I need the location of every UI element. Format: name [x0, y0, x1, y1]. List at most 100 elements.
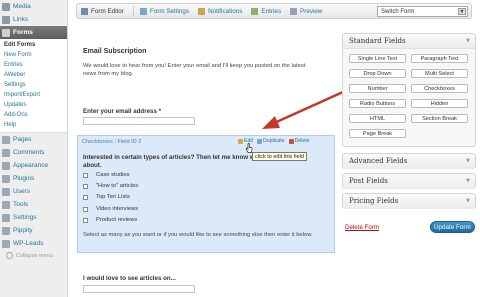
field-header: Checkboxes : Field ID 2	[82, 139, 142, 145]
switch-form-select[interactable]: Switch Form ▼	[377, 6, 468, 17]
advanced-fields-header[interactable]: Advanced Fields ▼	[343, 154, 475, 169]
submenu-aweber[interactable]: AWeber	[0, 70, 67, 80]
menu-item-forms[interactable]: Forms	[0, 26, 67, 39]
pricing-fields-panel[interactable]: Pricing Fields ▼	[342, 193, 476, 209]
switch-form-label: Switch Form	[381, 9, 415, 15]
add-hidden-button[interactable]: Hidden	[411, 99, 468, 108]
checkbox-option[interactable]: Product reviews	[83, 217, 137, 223]
add-html-button[interactable]: HTML	[349, 114, 406, 123]
toolbar-form-settings[interactable]: Form Settings	[139, 7, 189, 15]
add-number-button[interactable]: Number	[349, 84, 406, 93]
submenu-help[interactable]: Help	[0, 120, 67, 130]
articles-field-label: I would love to see articles on...	[83, 275, 176, 282]
menu-item-links[interactable]: Links	[0, 13, 67, 26]
checkbox-option[interactable]: Case studies	[83, 172, 130, 178]
add-multi-select-button[interactable]: Multi Select	[411, 69, 468, 78]
panel-title: Pricing Fields	[349, 197, 399, 205]
submenu-entries[interactable]: Entries	[0, 60, 67, 70]
submenu-new-form[interactable]: New Form	[0, 50, 67, 60]
add-drop-down-button[interactable]: Drop Down	[349, 69, 406, 78]
menu-item-wp-leads[interactable]: WP-Leads	[0, 237, 67, 250]
email-field-label: Enter your email address *	[83, 108, 162, 115]
checkbox-option[interactable]: Video interviews	[83, 206, 138, 212]
add-single-line-text-button[interactable]: Single Line Text	[349, 54, 406, 63]
pippity-icon	[2, 226, 10, 235]
menu-item-pages[interactable]: Pages	[0, 133, 67, 146]
menu-label: Settings	[13, 214, 37, 221]
submenu-updates[interactable]: Updates	[0, 100, 67, 110]
menu-item-comments[interactable]: Comments	[0, 146, 67, 159]
toolbar-divider	[132, 6, 134, 16]
menu-item-users[interactable]: Users	[0, 185, 67, 198]
add-section-break-button[interactable]: Section Break	[411, 114, 468, 123]
chevron-down-icon: ▼	[466, 178, 470, 184]
menu-item-plugins[interactable]: Plugins	[0, 172, 67, 185]
option-label: Case studies	[96, 172, 130, 178]
delete-field-link[interactable]: Delete	[288, 138, 310, 144]
forms-icon	[2, 28, 10, 37]
menu-item-appearance[interactable]: Appearance	[0, 159, 67, 172]
menu-label: Comments	[13, 149, 45, 156]
advanced-fields-panel[interactable]: Advanced Fields ▼	[342, 153, 476, 169]
add-checkboxes-button[interactable]: Checkboxes	[411, 84, 468, 93]
menu-label: Pippity	[13, 227, 33, 234]
menu-item-settings[interactable]: Settings	[0, 211, 67, 224]
add-paragraph-text-button[interactable]: Paragraph Text	[411, 54, 468, 63]
forms-submenu: Edit Forms New Form Entries AWeber Setti…	[0, 39, 67, 133]
submenu-import-export[interactable]: Import/Export	[0, 90, 67, 100]
standard-fields-panel: Standard Fields ▼ Single Line Text Parag…	[342, 33, 476, 147]
toolbar-entries[interactable]: Entries	[251, 7, 282, 15]
duplicate-field-link[interactable]: Duplicate	[256, 138, 285, 144]
post-fields-header[interactable]: Post Fields ▼	[343, 174, 475, 189]
menu-label: Tools	[13, 201, 29, 208]
toolbar-label: Notifications	[208, 7, 243, 15]
form-toolbar: Form Editor Form Settings Notifications …	[76, 3, 472, 19]
appearance-icon	[2, 161, 10, 170]
entries-icon	[251, 7, 259, 15]
toolbar-notifications[interactable]: Notifications	[198, 7, 243, 15]
menu-label: Plugins	[13, 175, 35, 182]
submenu-add-ons[interactable]: Add-Ons	[0, 110, 67, 120]
menu-item-media[interactable]: Media	[0, 0, 67, 13]
update-form-button[interactable]: Update Form	[430, 221, 475, 233]
form-title: Email Subscription	[83, 48, 147, 55]
admin-sidebar: Media Links Forms Edit Forms New Form En…	[0, 0, 68, 297]
chevron-down-icon: ▼	[466, 38, 470, 44]
collapse-menu[interactable]: Collapse menu	[0, 252, 67, 259]
delete-icon	[288, 138, 294, 144]
toolbar-form-editor[interactable]: Form Editor	[81, 7, 124, 15]
checkbox-option[interactable]: Top Ten Lists	[83, 194, 130, 200]
pages-icon	[2, 135, 10, 144]
checkbox-icon	[83, 183, 88, 189]
checkbox-icon	[83, 194, 88, 200]
toolbar-label: Entries	[261, 7, 282, 15]
notifications-icon	[198, 7, 206, 15]
option-label: Video interviews	[96, 206, 139, 212]
add-page-break-button[interactable]: Page Break	[349, 129, 406, 138]
option-label: Product reviews	[96, 217, 138, 223]
checkbox-icon	[83, 172, 88, 178]
submenu-edit-forms[interactable]: Edit Forms	[0, 40, 67, 50]
chevron-down-icon: ▼	[466, 158, 470, 164]
delete-form-link[interactable]: Delete Form	[345, 224, 379, 231]
post-fields-panel[interactable]: Post Fields ▼	[342, 173, 476, 189]
add-radio-buttons-button[interactable]: Radio Buttons	[349, 99, 406, 108]
media-icon	[2, 2, 10, 11]
field-description: Select as many as you want or if you wou…	[83, 232, 313, 238]
wp-leads-icon	[2, 239, 10, 248]
pricing-fields-header[interactable]: Pricing Fields ▼	[343, 194, 475, 209]
checkbox-option[interactable]: "How to" articles	[83, 183, 138, 189]
panel-title: Advanced Fields	[349, 157, 408, 165]
articles-field[interactable]	[83, 285, 195, 293]
form-editor-icon	[81, 7, 88, 15]
option-label: "How to" articles	[96, 183, 139, 189]
users-icon	[2, 187, 10, 196]
toolbar-preview[interactable]: Preview	[290, 7, 322, 15]
submenu-settings[interactable]: Settings	[0, 80, 67, 90]
menu-item-tools[interactable]: Tools	[0, 198, 67, 211]
toolbar-label: Form Editor	[91, 7, 124, 15]
standard-fields-header[interactable]: Standard Fields ▼	[343, 34, 475, 49]
menu-item-pippity[interactable]: Pippity	[0, 224, 67, 237]
email-field[interactable]	[83, 117, 195, 125]
chevron-down-icon: ▼	[466, 198, 470, 204]
